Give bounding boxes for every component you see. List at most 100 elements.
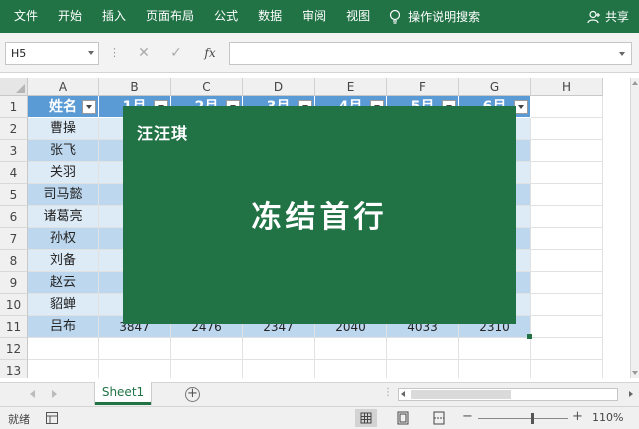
column-header-d[interactable]: D (243, 78, 315, 96)
page-layout-view-icon[interactable] (392, 409, 414, 427)
grid-cell[interactable] (531, 96, 603, 118)
menu-view[interactable]: 视图 (336, 0, 380, 33)
table-resize-handle[interactable] (527, 334, 532, 339)
grid-cell[interactable] (99, 360, 171, 378)
scroll-thumb[interactable] (411, 390, 511, 399)
grid-cell[interactable]: 吕布 (28, 316, 99, 338)
name-box-value: H5 (11, 47, 27, 60)
grid-cell[interactable] (531, 294, 603, 316)
macro-record-icon[interactable] (46, 412, 58, 424)
menu-page-layout[interactable]: 页面布局 (136, 0, 204, 33)
column-header-h[interactable]: H (531, 78, 603, 96)
select-all-button[interactable] (0, 78, 28, 96)
grid-cell[interactable]: 孙权 (28, 228, 99, 250)
menu-formulas[interactable]: 公式 (204, 0, 248, 33)
scroll-up-icon[interactable] (632, 81, 638, 85)
row-header-6[interactable]: 6 (0, 206, 28, 228)
share-button[interactable]: 共享 (587, 0, 629, 33)
grid-cell[interactable] (243, 338, 315, 360)
vertical-scrollbar[interactable] (630, 78, 639, 378)
grid-cell[interactable] (531, 360, 603, 378)
grid-cell[interactable] (315, 360, 387, 378)
grid-cell[interactable] (531, 118, 603, 140)
column-header-e[interactable]: E (315, 78, 387, 96)
scroll-right-icon[interactable] (629, 391, 633, 397)
grid-cell[interactable]: 张飞 (28, 140, 99, 162)
row-header-7[interactable]: 7 (0, 228, 28, 250)
row-header-10[interactable]: 10 (0, 294, 28, 316)
tell-me-search[interactable]: 操作说明搜索 (388, 0, 480, 33)
row-header-1[interactable]: 1 (0, 96, 28, 118)
grid-cell[interactable]: 诸葛亮 (28, 206, 99, 228)
grid-cell[interactable] (28, 360, 99, 378)
grid-cell[interactable] (171, 338, 243, 360)
menu-home[interactable]: 开始 (48, 0, 92, 33)
grid-cell[interactable] (531, 250, 603, 272)
grid-cell[interactable] (387, 338, 459, 360)
column-header-g[interactable]: G (459, 78, 531, 96)
grid-cell[interactable] (531, 184, 603, 206)
normal-view-icon[interactable] (355, 409, 377, 427)
insert-function-button[interactable]: fx (200, 43, 220, 63)
grid-cell[interactable] (387, 360, 459, 378)
grid-cell[interactable] (459, 360, 531, 378)
zoom-slider[interactable] (478, 418, 568, 419)
row-header-13[interactable]: 13 (0, 360, 28, 378)
sheet-tab-sheet1[interactable]: Sheet1 (95, 382, 151, 405)
grid-cell[interactable] (315, 338, 387, 360)
chevron-down-icon[interactable] (619, 52, 625, 56)
row-header-12[interactable]: 12 (0, 338, 28, 360)
formula-input[interactable] (229, 42, 632, 65)
row-header-8[interactable]: 8 (0, 250, 28, 272)
zoom-slider-thumb[interactable] (531, 413, 534, 424)
filter-dropdown-icon[interactable] (514, 100, 528, 114)
scroll-down-icon[interactable] (632, 371, 638, 375)
table-header-cell[interactable]: 姓名 (28, 96, 99, 118)
grid-cell[interactable]: 曹操 (28, 118, 99, 140)
grid-cell[interactable] (243, 360, 315, 378)
grid-cell[interactable] (531, 316, 603, 338)
zoom-level[interactable]: 110% (592, 411, 623, 424)
grid-cell[interactable] (531, 162, 603, 184)
check-icon[interactable]: ✓ (166, 43, 186, 63)
menu-review[interactable]: 审阅 (292, 0, 336, 33)
grid-cell[interactable] (531, 206, 603, 228)
filter-dropdown-icon[interactable] (82, 100, 96, 114)
row-header-3[interactable]: 3 (0, 140, 28, 162)
scroll-left-icon[interactable] (401, 391, 405, 397)
grid-cell[interactable] (531, 140, 603, 162)
grid-cell[interactable]: 刘备 (28, 250, 99, 272)
column-header-c[interactable]: C (171, 78, 243, 96)
grid-cell[interactable] (28, 338, 99, 360)
close-icon[interactable]: ✕ (134, 43, 154, 63)
grid-cell[interactable] (459, 338, 531, 360)
name-box[interactable]: H5 (5, 42, 99, 65)
sheet-prev-icon[interactable] (30, 390, 35, 398)
column-header-b[interactable]: B (99, 78, 171, 96)
column-header-f[interactable]: F (387, 78, 459, 96)
grid-cell[interactable]: 司马懿 (28, 184, 99, 206)
row-header-5[interactable]: 5 (0, 184, 28, 206)
grid-cell[interactable] (171, 360, 243, 378)
column-header-a[interactable]: A (28, 78, 99, 96)
row-header-9[interactable]: 9 (0, 272, 28, 294)
grid-cell[interactable] (99, 338, 171, 360)
sheet-next-icon[interactable] (52, 390, 57, 398)
grid-cell[interactable] (531, 228, 603, 250)
grid-cell[interactable] (531, 272, 603, 294)
horizontal-scrollbar[interactable] (398, 388, 633, 401)
zoom-in-button[interactable]: + (572, 409, 583, 424)
plus-circle-icon[interactable]: + (185, 387, 200, 402)
menu-insert[interactable]: 插入 (92, 0, 136, 33)
menu-file[interactable]: 文件 (0, 0, 48, 33)
grid-cell[interactable] (531, 338, 603, 360)
grid-cell[interactable]: 赵云 (28, 272, 99, 294)
zoom-out-button[interactable]: − (462, 409, 473, 424)
row-header-11[interactable]: 11 (0, 316, 28, 338)
grid-cell[interactable]: 貂蝉 (28, 294, 99, 316)
row-header-4[interactable]: 4 (0, 162, 28, 184)
row-header-2[interactable]: 2 (0, 118, 28, 140)
page-break-view-icon[interactable] (428, 409, 450, 427)
grid-cell[interactable]: 关羽 (28, 162, 99, 184)
menu-data[interactable]: 数据 (248, 0, 292, 33)
